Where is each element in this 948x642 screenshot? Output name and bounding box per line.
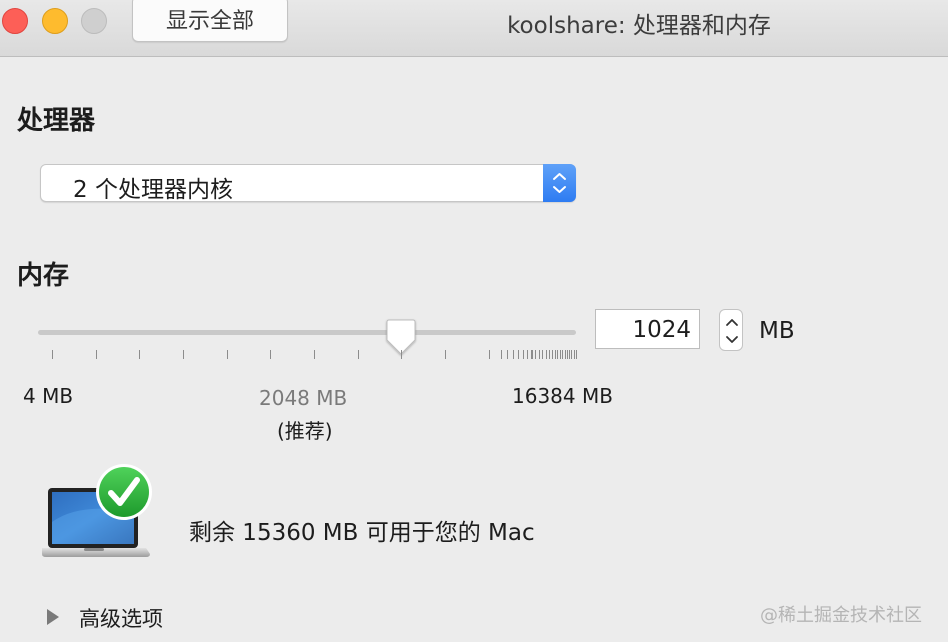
slider-tick <box>357 350 359 359</box>
slider-tick <box>564 350 566 359</box>
slider-tick <box>522 350 524 359</box>
slider-tick <box>542 350 544 359</box>
slider-recommended-label: 2048 MB <box>259 386 348 410</box>
slider-tick <box>52 350 53 359</box>
slider-tick <box>557 350 559 359</box>
slider-tick <box>538 350 540 359</box>
slider-tick <box>531 350 533 359</box>
processor-heading: 处理器 <box>17 106 96 136</box>
slider-tick <box>569 350 571 359</box>
slider-max-label: 16384 MB <box>512 384 613 408</box>
advanced-options-label[interactable]: 高级选项 <box>79 603 163 633</box>
slider-tick <box>445 350 446 359</box>
slider-tick <box>532 350 534 359</box>
slider-tick <box>95 350 97 359</box>
memory-value-field[interactable]: 1024 <box>595 309 700 349</box>
slider-tick <box>562 350 564 359</box>
watermark: @稀土掘金技术社区 <box>760 605 922 626</box>
slider-tick <box>488 350 490 359</box>
memory-slider-track[interactable] <box>38 330 576 335</box>
popup-arrows[interactable] <box>543 164 576 202</box>
slider-min-label: 4 MB <box>23 384 74 408</box>
slider-tick <box>571 350 573 359</box>
slider-tick <box>513 350 514 359</box>
up-down-chevron-icon <box>553 173 566 193</box>
slider-tick <box>575 350 577 359</box>
slider-tick <box>573 350 575 359</box>
slider-tick <box>270 350 272 359</box>
show-all-button[interactable]: 显示全部 <box>132 0 288 42</box>
stepper-arrows-icon <box>726 319 738 343</box>
zoom-window-button[interactable] <box>81 8 107 34</box>
slider-recommended-sublabel: (推荐) <box>277 419 333 443</box>
slider-tick <box>314 350 315 359</box>
slider-tick <box>401 350 403 359</box>
slider-tick <box>183 350 184 359</box>
slider-tick <box>567 350 569 359</box>
slider-tick <box>535 350 537 359</box>
processor-cores-value: 2 个处理器内核 <box>73 177 233 203</box>
macbook-check-icon <box>40 462 156 562</box>
minimize-window-button[interactable] <box>42 8 68 34</box>
slider-tick <box>226 350 228 359</box>
slider-tick <box>548 350 550 359</box>
slider-tick <box>527 350 529 359</box>
memory-heading: 内存 <box>17 261 70 291</box>
memory-slider-ticks <box>38 350 578 362</box>
available-memory-text: 剩余 15360 MB 可用于您的 Mac <box>189 520 535 546</box>
processor-cores-popup[interactable]: 2 个处理器内核 <box>40 164 576 203</box>
memory-unit-label: MB <box>759 318 795 344</box>
slider-tick <box>545 350 547 359</box>
slider-tick <box>501 350 503 359</box>
title-bar: 显示全部 koolshare: 处理器和内存 <box>0 0 948 57</box>
slider-tick <box>507 350 509 359</box>
slider-tick <box>551 350 553 359</box>
slider-tick <box>554 350 556 359</box>
slider-tick <box>559 350 561 359</box>
window-title: koolshare: 处理器和内存 <box>507 13 771 39</box>
disclosure-triangle-icon[interactable] <box>46 608 60 626</box>
close-window-button[interactable] <box>2 8 28 34</box>
slider-tick <box>139 350 141 359</box>
slider-tick <box>518 350 520 359</box>
memory-stepper[interactable] <box>719 309 743 351</box>
